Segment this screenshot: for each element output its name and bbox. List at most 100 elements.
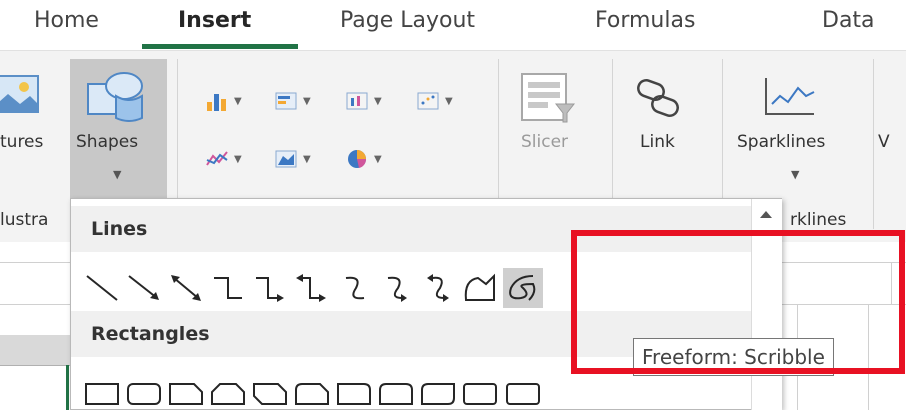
freeform-scribble-shape[interactable] <box>503 268 543 308</box>
curved-arrow-connector-shape[interactable] <box>376 268 416 308</box>
scatter-chart-button[interactable]: ▼ <box>416 90 453 112</box>
scatter-chart-icon <box>417 92 439 110</box>
link-button[interactable] <box>632 74 684 124</box>
column-chart-icon <box>207 94 226 111</box>
sparklines-line-icon <box>765 78 815 115</box>
snip-same-side-corner-rectangle-icon <box>211 383 245 405</box>
header-divider <box>0 365 70 366</box>
round-single-corner-rectangle-shape[interactable] <box>334 372 374 406</box>
scroll-up-button[interactable] <box>756 204 776 224</box>
statistic-chart-icon <box>346 92 368 110</box>
chevron-down-icon: ▼ <box>374 95 382 107</box>
freeform-shape-icon <box>464 273 495 301</box>
curved-double-arrow-connector-icon <box>427 274 449 302</box>
slicer-icon <box>521 73 576 123</box>
slicer-label[interactable]: Slicer <box>521 132 568 152</box>
tab-data[interactable]: Data <box>822 8 875 33</box>
highlight-callout <box>571 230 905 374</box>
row-header-area <box>0 335 70 365</box>
lines-header-label: Lines <box>91 218 148 240</box>
freeform-scribble-icon <box>509 275 536 301</box>
chevron-up-icon <box>760 211 772 218</box>
snip-same-side-corner-rectangle-shape[interactable] <box>208 372 248 406</box>
round-single-corner-rectangle-icon <box>337 383 371 405</box>
rectangle-icon <box>506 383 540 405</box>
elbow-arrow-connector-icon <box>256 277 284 302</box>
pictures-label[interactable]: tures <box>0 132 43 152</box>
statistic-chart-button[interactable]: ▼ <box>345 90 382 112</box>
tab-page-layout[interactable]: Page Layout <box>340 8 475 33</box>
tab-formulas[interactable]: Formulas <box>595 8 695 33</box>
hierarchy-chart-icon <box>275 92 297 110</box>
rounded-rectangle-shape[interactable] <box>124 372 164 406</box>
curved-arrow-connector-icon <box>387 276 407 302</box>
snip-single-corner-rectangle-shape[interactable] <box>166 372 206 406</box>
elbow-arrow-connector-shape[interactable] <box>250 268 290 308</box>
arrow-line-shape[interactable] <box>124 268 164 308</box>
pictures-button[interactable] <box>0 72 44 116</box>
selected-cell-border <box>66 365 69 410</box>
round-diagonal-corner-rectangle-icon <box>421 383 455 405</box>
chevron-down-icon: ▼ <box>303 153 311 165</box>
snip-and-round-rectangle-icon <box>295 383 329 405</box>
chevron-down-icon: ▼ <box>234 95 242 107</box>
curved-double-arrow-connector-shape[interactable] <box>418 268 458 308</box>
area-chart-button[interactable]: ▼ <box>274 148 311 170</box>
arrow-line-icon <box>128 275 159 300</box>
line-icon <box>86 275 118 301</box>
round-diagonal-corner-rectangle-shape[interactable] <box>418 372 458 406</box>
snip-diagonal-corner-rectangle-icon <box>253 383 287 405</box>
shapes-label[interactable]: Shapes <box>76 132 138 152</box>
sparklines-button[interactable] <box>762 74 818 120</box>
snip-diagonal-corner-rectangle-shape[interactable] <box>250 372 290 406</box>
group-label-illustrations: lustra <box>0 210 49 230</box>
rectangles-header-label: Rectangles <box>91 323 210 345</box>
sparklines-dropdown-icon[interactable]: ▼ <box>791 168 799 181</box>
chevron-down-icon: ▼ <box>445 95 453 107</box>
curved-connector-shape[interactable] <box>334 268 374 308</box>
line-chart-icon <box>206 151 228 166</box>
area-chart-icon <box>275 150 297 168</box>
elbow-connector-icon <box>214 277 242 299</box>
pie-chart-icon <box>348 150 367 168</box>
sparklines-label[interactable]: Sparklines <box>737 132 825 152</box>
tab-insert[interactable]: Insert <box>178 8 251 33</box>
tab-home[interactable]: Home <box>34 8 99 33</box>
ribbon-tab-bar: Home Insert Page Layout Formulas Data <box>0 0 906 50</box>
column-chart-button[interactable]: ▼ <box>205 90 242 112</box>
chevron-down-icon: ▼ <box>374 153 382 165</box>
line-chart-button[interactable]: ▼ <box>205 148 242 170</box>
rectangle-shape-alt[interactable] <box>460 372 500 406</box>
hierarchy-chart-button[interactable]: ▼ <box>274 90 311 112</box>
curved-connector-icon <box>345 276 365 300</box>
snip-and-round-rectangle-shape[interactable] <box>292 372 332 406</box>
rectangle-icon <box>463 383 497 405</box>
rectangle-shape-alt[interactable] <box>503 372 543 406</box>
link-label[interactable]: Link <box>640 132 675 152</box>
double-arrow-line-icon <box>171 275 201 301</box>
shapes-icon <box>87 72 143 122</box>
chevron-down-icon: ▼ <box>234 153 242 165</box>
round-same-side-corner-rectangle-shape[interactable] <box>376 372 416 406</box>
double-arrow-line-shape[interactable] <box>166 268 206 308</box>
rounded-rectangle-icon <box>127 383 161 405</box>
elbow-connector-shape[interactable] <box>208 268 248 308</box>
rectangle-icon <box>85 383 119 405</box>
slicer-button[interactable] <box>516 70 580 126</box>
link-icon <box>637 79 679 117</box>
freeform-shape-shape[interactable] <box>460 268 500 308</box>
active-tab-indicator <box>142 44 298 49</box>
shapes-button[interactable] <box>84 68 154 124</box>
cut-off-label: V <box>878 132 890 152</box>
pictures-icon <box>0 75 39 113</box>
group-label-sparklines: rklines <box>790 210 847 230</box>
chevron-down-icon: ▼ <box>303 95 311 107</box>
group-separator <box>873 59 874 229</box>
elbow-double-arrow-connector-shape[interactable] <box>292 268 332 308</box>
shapes-dropdown-icon[interactable]: ▼ <box>113 168 121 181</box>
rectangle-shape[interactable] <box>82 372 122 406</box>
line-shape[interactable] <box>82 268 122 308</box>
elbow-double-arrow-connector-icon <box>296 274 326 302</box>
pie-chart-button[interactable]: ▼ <box>345 148 382 170</box>
round-same-side-corner-rectangle-icon <box>379 383 413 405</box>
